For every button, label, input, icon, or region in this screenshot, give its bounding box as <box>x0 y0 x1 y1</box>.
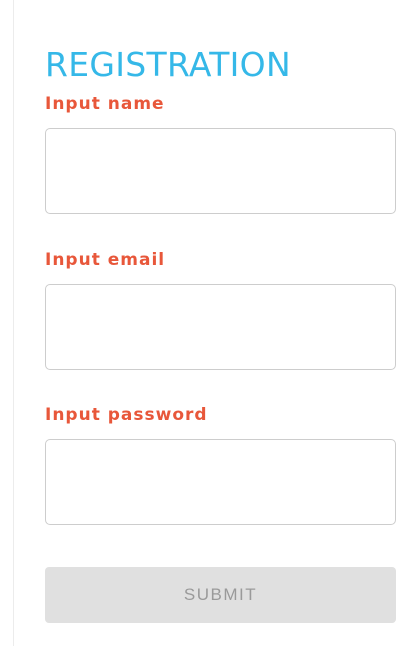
name-label: Input name <box>45 94 165 114</box>
password-label: Input password <box>45 405 208 425</box>
email-input[interactable] <box>45 284 396 370</box>
email-label: Input email <box>45 250 166 270</box>
name-input[interactable] <box>45 128 396 214</box>
password-input[interactable] <box>45 439 396 525</box>
form-title: REGISTRATION <box>45 45 291 84</box>
submit-button[interactable]: SUBMIT <box>45 567 396 623</box>
left-divider <box>13 0 14 646</box>
